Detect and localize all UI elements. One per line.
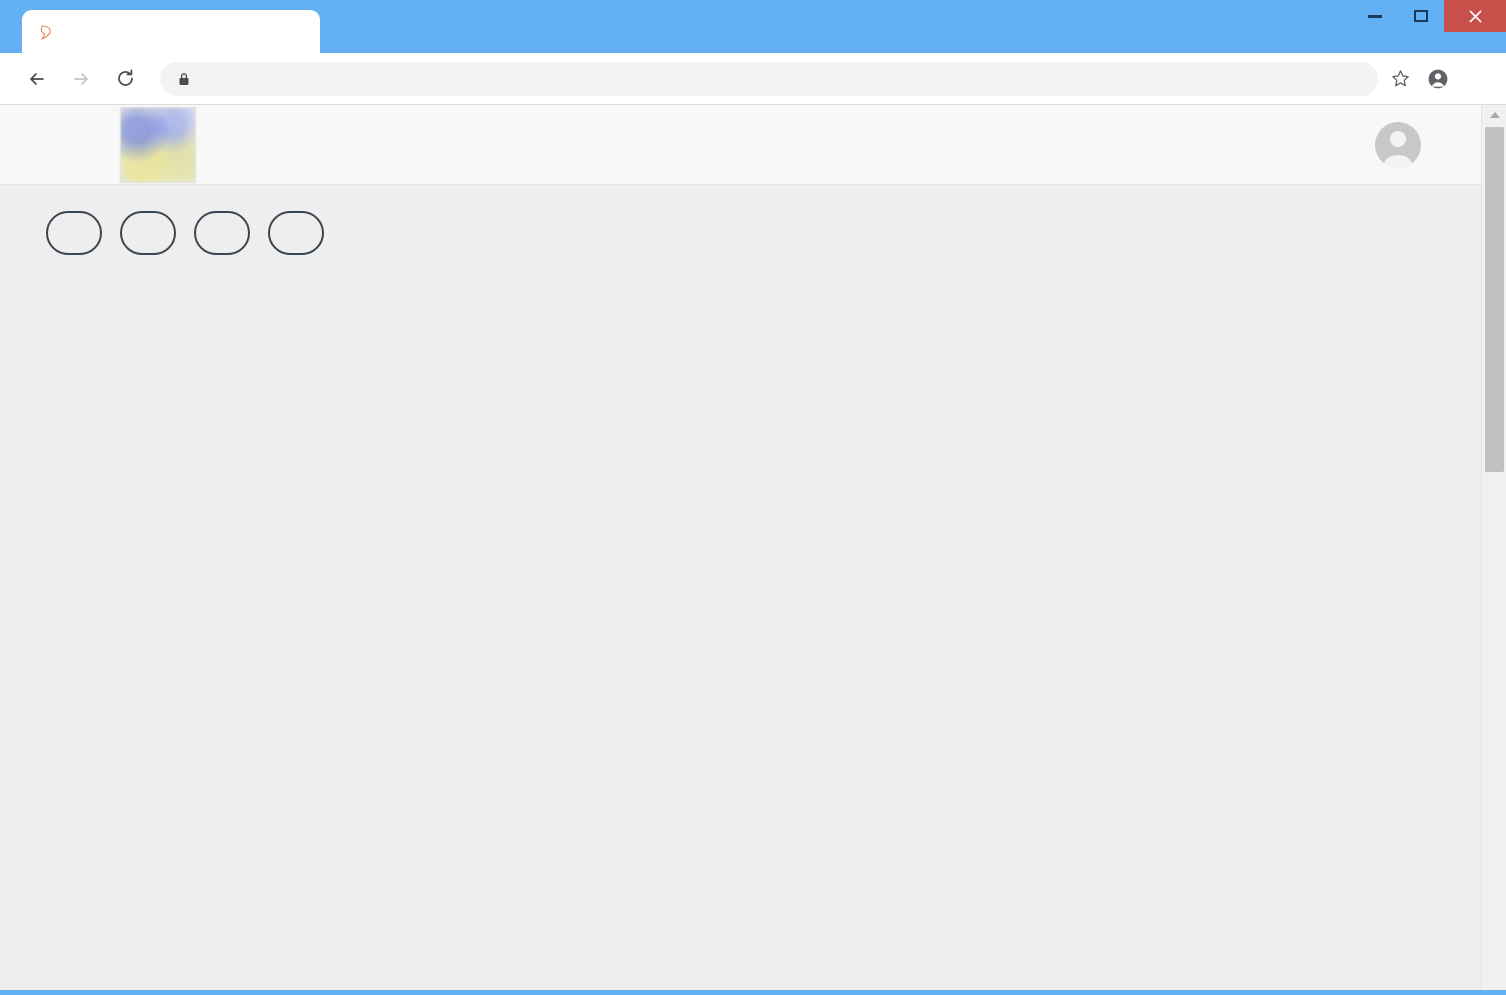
window-controls — [1352, 0, 1506, 32]
close-window-button[interactable] — [1444, 0, 1506, 32]
scrollbar-thumb[interactable] — [1485, 127, 1504, 472]
address-bar[interactable] — [160, 61, 1378, 96]
filter-popular[interactable] — [120, 211, 176, 255]
site-logo[interactable] — [120, 106, 196, 183]
web-page — [0, 105, 1481, 990]
title-bar — [0, 0, 1506, 54]
page-viewport — [0, 105, 1506, 990]
lock-icon — [176, 72, 192, 86]
forward-button[interactable] — [64, 62, 98, 96]
maximize-button[interactable] — [1398, 0, 1444, 32]
scroll-up-icon[interactable] — [1482, 105, 1506, 125]
filter-top-rated[interactable] — [194, 211, 250, 255]
profile-avatar-icon[interactable] — [1422, 63, 1454, 95]
user-avatar-icon[interactable] — [1375, 121, 1421, 168]
flash-logo-icon — [36, 23, 55, 42]
chrome-menu-icon[interactable] — [1460, 63, 1492, 95]
minimize-button[interactable] — [1352, 0, 1398, 32]
browser-window — [0, 0, 1506, 995]
filter-bar — [0, 185, 1481, 255]
bookmark-star-icon[interactable] — [1384, 63, 1416, 95]
browser-tab[interactable] — [22, 10, 320, 54]
back-button[interactable] — [20, 62, 54, 96]
page-scrollbar[interactable] — [1481, 105, 1506, 990]
close-icon[interactable] — [288, 22, 308, 42]
browser-toolbar — [0, 53, 1506, 105]
reload-button[interactable] — [108, 62, 142, 96]
game-grid — [0, 255, 1481, 283]
new-tab-button[interactable] — [336, 16, 366, 46]
filter-news[interactable] — [46, 211, 102, 255]
site-header — [0, 105, 1481, 185]
window-bottom-frame — [0, 990, 1506, 995]
filter-a-to-z[interactable] — [268, 211, 324, 255]
